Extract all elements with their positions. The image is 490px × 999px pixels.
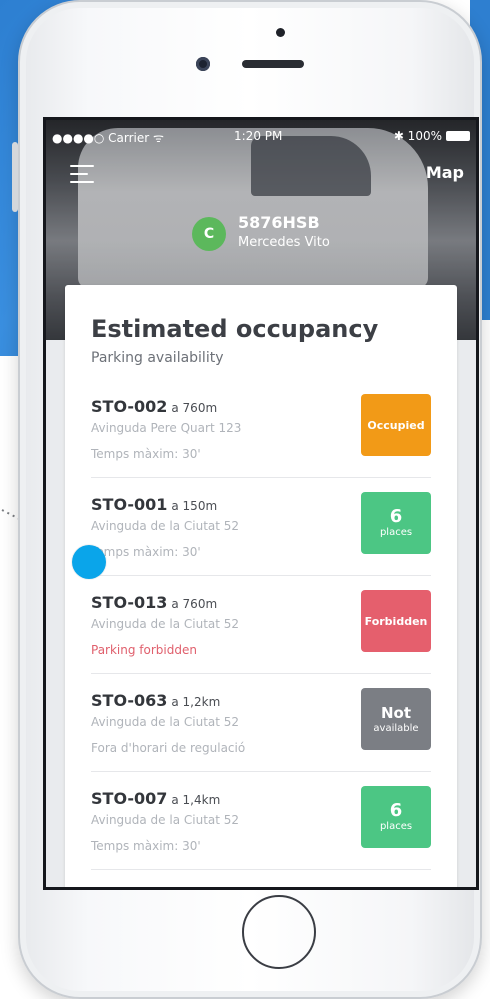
carrier-signal: ●●●●○ Carrier ᯤ — [52, 131, 164, 145]
map-button[interactable]: Map — [426, 163, 464, 182]
parking-info: Temps màxim: 30' — [91, 447, 201, 461]
status-badge: 6 places — [361, 492, 431, 554]
parking-code-line: STO-007 a 1,4km — [91, 789, 220, 808]
parking-distance: a 1,4km — [171, 793, 221, 807]
parking-distance: a 150m — [171, 499, 218, 513]
vehicle-model: Mercedes Vito — [238, 235, 330, 250]
parking-distance: a 1,2km — [171, 695, 221, 709]
hamburger-menu-icon[interactable] — [70, 165, 94, 185]
parking-row[interactable]: STO-007 a 1,4km Avinguda de la Ciutat 52 … — [91, 772, 431, 870]
parking-code-line: STO-001 a 150m — [91, 495, 217, 514]
proximity-sensor-dot — [276, 28, 285, 37]
battery-icon — [446, 131, 470, 141]
parking-code: STO-063 — [91, 691, 168, 710]
parking-code-line: STO-013 a 760m — [91, 593, 217, 612]
card-subtitle: Parking availability — [91, 350, 224, 366]
parking-info: Temps màxim: 30' — [91, 545, 201, 559]
parking-address: Avinguda de la Ciutat 52 — [91, 519, 240, 533]
parking-info: Temps màxim: 30' — [91, 839, 201, 853]
speaker-grille — [242, 60, 304, 68]
parking-row[interactable]: STO-002 a 760m Avinguda Pere Quart 123 Te… — [91, 380, 431, 478]
parking-distance: a 760m — [171, 401, 218, 415]
home-button[interactable] — [242, 895, 316, 969]
badge-label: Occupied — [367, 418, 425, 432]
status-badge: 6 places — [361, 786, 431, 848]
parking-distance: a 760m — [171, 597, 218, 611]
parking-row[interactable]: STO-001 a 150m Avinguda de la Ciutat 52 T… — [91, 478, 431, 576]
app-screen: ●●●●○ Carrier ᯤ 1:20 PM ✱ 100% Map C 587… — [43, 117, 479, 890]
badge-count: 6 — [389, 506, 403, 527]
badge-unit: places — [379, 821, 413, 832]
vehicle-plate: 5876HSB — [238, 213, 320, 232]
parking-address: Avinguda Pere Quart 123 — [91, 421, 242, 435]
parking-address: Avinguda de la Ciutat 52 — [91, 813, 240, 827]
status-time: 1:20 PM — [234, 129, 283, 143]
card-title: Estimated occupancy — [91, 315, 379, 343]
parking-code: STO-013 — [91, 593, 168, 612]
parking-code-line: STO-063 a 1,2km — [91, 691, 220, 710]
badge-count: 6 — [389, 800, 403, 821]
parking-row[interactable]: STO-063 a 1,2km Avinguda de la Ciutat 52 … — [91, 674, 431, 772]
parking-code: STO-002 — [91, 397, 168, 416]
occupancy-card: Estimated occupancy Parking availability… — [65, 285, 457, 887]
front-camera-icon — [196, 57, 210, 71]
status-badge: Not available — [361, 688, 431, 750]
parking-address: Avinguda de la Ciutat 52 — [91, 617, 240, 631]
parking-code: STO-007 — [91, 789, 168, 808]
location-marker-icon — [72, 545, 106, 579]
badge-unit: places — [379, 527, 413, 538]
vehicle-avatar: C — [192, 217, 226, 251]
status-badge: Forbidden — [361, 590, 431, 652]
badge-label: Not — [380, 704, 412, 722]
parking-list: STO-002 a 760m Avinguda Pere Quart 123 Te… — [65, 380, 457, 870]
status-bar: ●●●●○ Carrier ᯤ 1:20 PM ✱ 100% — [46, 129, 476, 145]
parking-row[interactable]: STO-013 a 760m Avinguda de la Ciutat 52 P… — [91, 576, 431, 674]
parking-info: Parking forbidden — [91, 643, 197, 657]
parking-address: Avinguda de la Ciutat 52 — [91, 715, 240, 729]
parking-code-line: STO-002 a 760m — [91, 397, 217, 416]
parking-code: STO-001 — [91, 495, 168, 514]
parking-info: Fora d'horari de regulació — [91, 741, 246, 755]
badge-label: Forbidden — [364, 614, 428, 628]
battery-percentage: ✱ 100% — [393, 129, 442, 143]
badge-unit: available — [373, 723, 419, 734]
status-badge: Occupied — [361, 394, 431, 456]
